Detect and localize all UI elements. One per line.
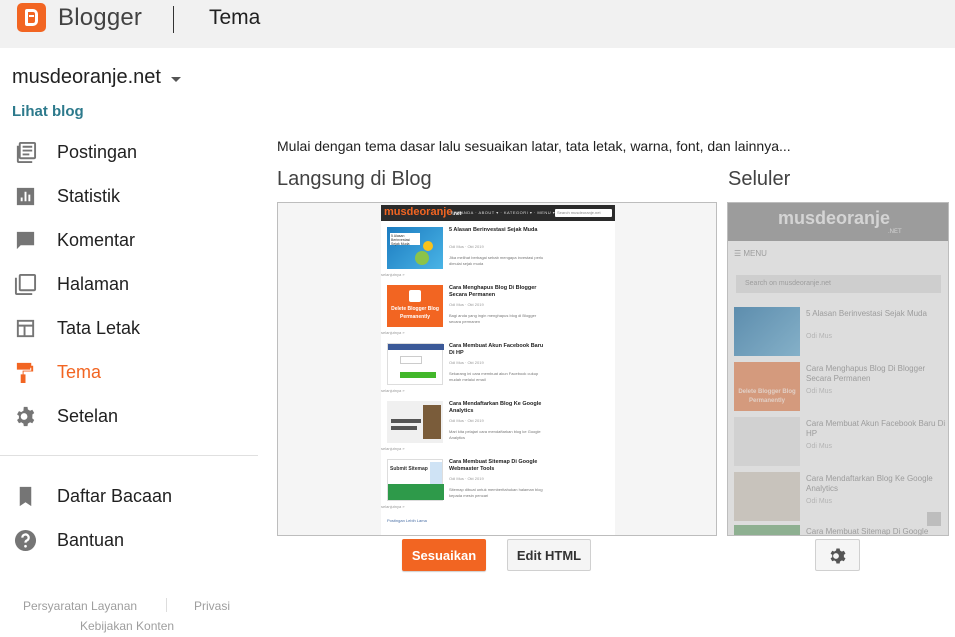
preview-site: musdeoranje.net BERANDA · ABOUT ▾ · KATE… [381,205,615,535]
post-meta: Odi Mus · Okt 2019 [449,244,484,249]
intro-text: Mulai dengan tema dasar lalu sesuaikan l… [277,138,791,154]
post-snippet: Jika melihat berbagai sebab mengapa inve… [449,255,544,266]
footer-separator [166,598,167,612]
pages-icon [14,273,37,296]
desktop-preview-title: Langsung di Blog [277,168,432,190]
blogger-logo-icon[interactable] [17,3,46,32]
preview-post: 5 Alasan Berinvestasi Sejak Muda 5 Alasa… [381,227,612,282]
privacy-link[interactable]: Privasi [194,599,230,613]
post-title: Cara Membuat Akun Facebook Baru Di HP [449,343,544,356]
posts-icon [16,141,37,164]
sidebar-item-tema[interactable]: Tema [0,350,260,394]
preview-site-logo: musdeoranje.net [384,206,462,218]
post-title: Cara Menghapus Blog Di Blogger Secara Pe… [449,285,537,298]
preview-post: Submit Sitemap Cara Membuat Sitemap Di G… [381,459,612,514]
post-title: Cara Mendaftarkan Blog Ke Google Analyti… [449,401,542,414]
sidebar-item-bantuan[interactable]: Bantuan [0,518,260,562]
post-meta: Odi Mus · Okt 2019 [449,418,484,423]
post-thumbnail [387,401,443,443]
page-title: Tema [209,6,261,29]
preview-site-menu: BERANDA · ABOUT ▾ · KATEGORI ▾ · MENU ▾ [451,210,556,215]
scroll-top-icon [927,512,941,526]
stats-icon [16,187,35,206]
comment-icon [16,231,35,250]
sidebar-item-label: Daftar Bacaan [57,485,173,506]
post-meta: Odi Mus · Okt 2019 [449,302,484,307]
preview-site-header: musdeoranje.net BERANDA · ABOUT ▾ · KATE… [381,205,615,221]
post-more: selanjutnya » [381,388,405,393]
post-snippet: Bagi anda yang ingin menghapus blog di B… [449,313,537,324]
post-meta: Odi Mus · Okt 2019 [449,476,484,481]
blog-name-label: musdeoranje.net [12,66,161,88]
post-snippet: Mari kita pelajari cara mendaftarkan blo… [449,429,541,440]
sidebar-item-label: Statistik [57,185,121,206]
blog-selector[interactable]: musdeoranje.net [12,66,181,89]
preview-post: Delete Blogger Blog Permanently Cara Men… [381,285,612,340]
mobile-settings-button[interactable] [815,539,860,571]
post-snippet: Sitemap dibuat untuk memberitahukan hala… [449,487,543,498]
post-more: selanjutnya » [381,272,405,277]
sidebar-item-label: Setelan [57,405,119,426]
post-title: 5 Alasan Berinvestasi Sejak Muda [449,227,538,233]
post-thumbnail: Delete Blogger Blog Permanently [387,285,443,327]
sidebar-item-label: Bantuan [57,529,125,550]
sidebar-item-postingan[interactable]: Postingan [0,130,260,174]
caret-down-icon [170,76,181,82]
post-title: Cara Membuat Sitemap Di Google Webmaster… [449,459,538,472]
gear-icon [830,548,846,564]
view-blog-link[interactable]: Lihat blog [12,103,84,120]
sidebar-item-setelan[interactable]: Setelan [0,394,260,438]
post-thumbnail: 5 Alasan Berinvestasi Sejak Muda [387,227,443,269]
edit-html-button[interactable]: Edit HTML [507,539,591,571]
mobile-preview-title: Seluler [728,168,791,190]
gear-icon [17,406,35,427]
post-meta: Odi Mus · Okt 2019 [449,360,484,365]
sidebar-divider [0,455,258,456]
sidebar-item-daftar-bacaan[interactable]: Daftar Bacaan [0,474,260,518]
help-icon [14,529,37,552]
older-posts-link: Postingan Lebih Lama [387,518,427,523]
sidebar-item-label: Postingan [57,141,138,162]
customize-button[interactable]: Sesuaikan [402,539,486,571]
terms-link[interactable]: Persyaratan Layanan [23,599,137,613]
preview-post: Cara Membuat Akun Facebook Baru Di HP Od… [381,343,612,398]
sidebar-item-label: Komentar [57,229,136,250]
sidebar-item-komentar[interactable]: Komentar [0,218,260,262]
desktop-theme-preview[interactable]: musdeoranje.net BERANDA · ABOUT ▾ · KATE… [277,202,717,536]
sidebar-item-tata-letak[interactable]: Tata Letak [0,306,260,350]
layout-icon [16,319,35,338]
post-snippet: Sekarang ini cara membuat akun Facebook … [449,371,539,382]
post-thumbnail [387,343,444,385]
mobile-preview-overlay [728,203,948,535]
sidebar-item-halaman[interactable]: Halaman [0,262,260,306]
preview-site-search: Search musdeoranje.net [555,209,612,217]
mobile-theme-preview[interactable]: musdeoranje .NET ☰ MENU Search on musdeo… [727,202,949,536]
header-divider [173,6,174,33]
paint-roller-icon [16,362,34,384]
sidebar-item-statistik[interactable]: Statistik [0,174,260,218]
top-bar: Blogger Tema [0,0,955,48]
post-more: selanjutnya » [381,504,405,509]
sidebar-item-label: Halaman [57,273,130,294]
post-more: selanjutnya » [381,446,405,451]
content-policy-link[interactable]: Kebijakan Konten [80,619,174,633]
preview-post: Cara Mendaftarkan Blog Ke Google Analyti… [381,401,612,456]
brand-name[interactable]: Blogger [58,4,142,32]
post-thumbnail: Submit Sitemap [387,459,444,501]
post-more: selanjutnya » [381,330,405,335]
bookmark-icon [19,486,32,507]
sidebar-item-label: Tata Letak [57,317,141,338]
sidebar-item-label: Tema [57,361,102,382]
